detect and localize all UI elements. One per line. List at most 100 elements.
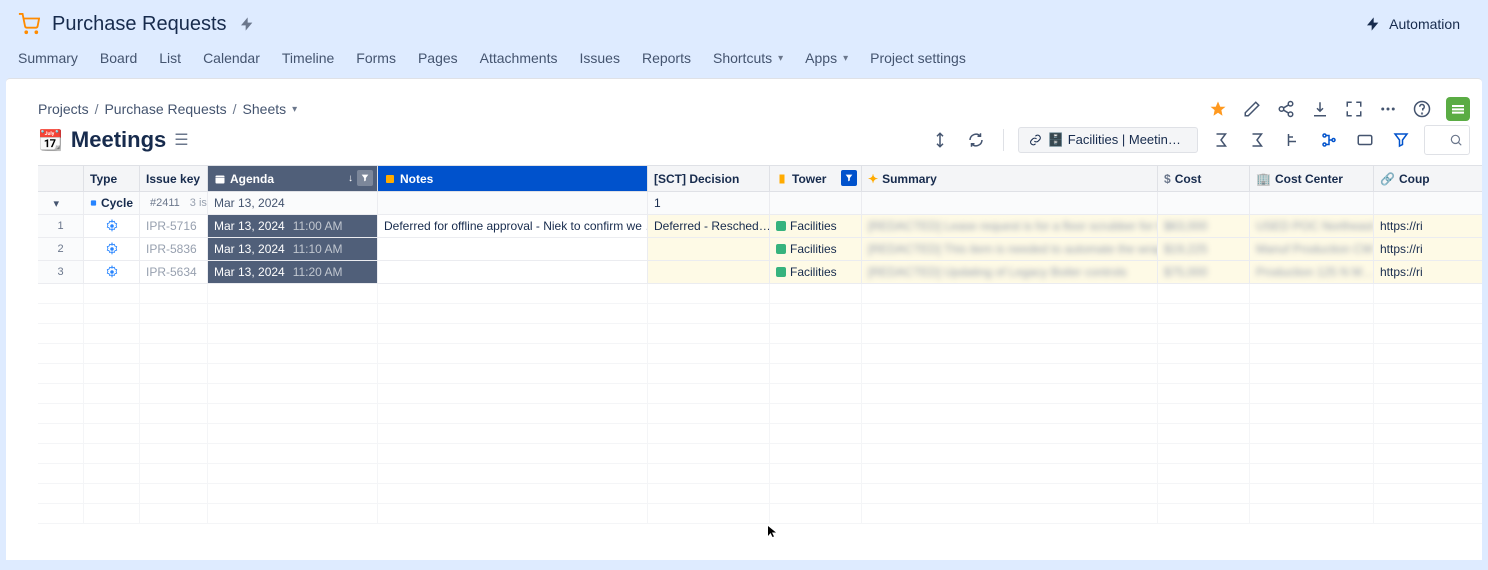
agenda-cell[interactable]: Mar 13, 202411:00 AM	[208, 215, 378, 238]
cost-cell[interactable]: $63,000	[1158, 215, 1250, 238]
bolt-icon	[1365, 16, 1381, 32]
issue-key-cell[interactable]: IPR-5716	[140, 215, 208, 238]
tower-cell[interactable]: Facilities	[770, 238, 862, 261]
sigma-down-button[interactable]	[1244, 127, 1270, 153]
tab-summary[interactable]: Summary	[18, 48, 78, 68]
agenda-cell[interactable]: Mar 13, 202411:10 AM	[208, 238, 378, 261]
tab-list[interactable]: List	[159, 48, 181, 68]
col-tower[interactable]: Tower	[770, 166, 862, 192]
filter-active-icon[interactable]	[841, 170, 857, 186]
row-num: 2	[38, 238, 84, 261]
gear-icon	[105, 219, 119, 233]
agenda-cell[interactable]: Mar 13, 202411:20 AM	[208, 261, 378, 284]
cycle-icon	[90, 196, 97, 210]
app-badge[interactable]	[1446, 97, 1470, 121]
cost-center-cell[interactable]: Production 125 N M…	[1250, 261, 1374, 284]
coupa-cell[interactable]: https://ri	[1374, 215, 1482, 238]
cost-center-cell[interactable]: Manuf Production CW	[1250, 238, 1374, 261]
tower-cell[interactable]: Facilities	[770, 261, 862, 284]
filter-list-icon[interactable]: ☰	[174, 130, 188, 150]
row-num: 3	[38, 261, 84, 284]
help-button[interactable]	[1412, 99, 1432, 119]
breadcrumb-sheets[interactable]: Sheets	[243, 101, 287, 117]
row-height-button[interactable]	[927, 127, 953, 153]
calendar-icon	[214, 173, 226, 185]
nav-tabs: Summary Board List Calendar Timeline For…	[0, 44, 1488, 78]
hierarchy-button[interactable]	[1280, 127, 1306, 153]
chevron-down-icon[interactable]: ▾	[292, 104, 297, 115]
export-button[interactable]	[1310, 99, 1330, 119]
notes-cell[interactable]	[378, 238, 648, 261]
summary-cell[interactable]: [REDACTED] Lease request is for a floor …	[862, 215, 1158, 238]
refresh-button[interactable]	[963, 127, 989, 153]
col-coupa[interactable]: 🔗 Coup	[1374, 166, 1482, 192]
notes-cell[interactable]	[378, 261, 648, 284]
note-icon	[384, 173, 396, 185]
tower-cell[interactable]: Facilities	[770, 215, 862, 238]
tab-issues[interactable]: Issues	[579, 48, 619, 68]
issue-key-cell[interactable]: IPR-5634	[140, 261, 208, 284]
type-cell[interactable]	[84, 215, 140, 238]
tab-board[interactable]: Board	[100, 48, 137, 68]
dollar-icon: $	[1164, 172, 1171, 186]
summary-cell[interactable]: [REDACTED] This item is needed to automa…	[862, 238, 1158, 261]
tab-apps[interactable]: Apps▾	[805, 48, 848, 68]
col-summary[interactable]: ✦ Summary	[862, 166, 1158, 192]
col-issue-key[interactable]: Issue key	[140, 166, 208, 192]
card-view-button[interactable]	[1352, 127, 1378, 153]
decision-cell[interactable]	[648, 238, 770, 261]
search-input[interactable]	[1424, 125, 1470, 155]
type-cell[interactable]	[84, 238, 140, 261]
automation-button[interactable]: Automation	[1355, 10, 1470, 38]
coupa-cell[interactable]: https://ri	[1374, 238, 1482, 261]
tab-timeline[interactable]: Timeline	[282, 48, 334, 68]
filter-active-icon[interactable]	[357, 170, 373, 186]
page-actions	[1208, 97, 1470, 121]
gear-icon	[105, 265, 119, 279]
fullscreen-button[interactable]	[1344, 99, 1364, 119]
filter-button[interactable]	[1388, 127, 1414, 153]
gear-icon	[105, 242, 119, 256]
col-rownum	[38, 166, 84, 192]
col-agenda[interactable]: Agenda ↓	[208, 166, 378, 192]
view-selector[interactable]: 🗄️ Facilities | Meeting | …	[1018, 127, 1198, 153]
empty-grid-area[interactable]	[38, 284, 1482, 524]
summary-cell[interactable]: [REDACTED] Updating of Legacy Boiler con…	[862, 261, 1158, 284]
group-toggle[interactable]: ▾	[38, 192, 84, 215]
cost-cell[interactable]: $19,225	[1158, 238, 1250, 261]
chevron-down-icon: ▾	[778, 53, 783, 64]
star-button[interactable]	[1208, 99, 1228, 119]
tab-shortcuts[interactable]: Shortcuts▾	[713, 48, 783, 68]
coupa-cell[interactable]: https://ri	[1374, 261, 1482, 284]
tab-attachments[interactable]: Attachments	[480, 48, 558, 68]
group-key-cell: #2411 3 is	[140, 192, 208, 215]
cost-center-cell[interactable]: USED POC Northeast	[1250, 215, 1374, 238]
tab-forms[interactable]: Forms	[356, 48, 396, 68]
col-cost[interactable]: $ Cost	[1158, 166, 1250, 192]
group-notes-cell	[378, 192, 648, 215]
issue-key-cell[interactable]: IPR-5836	[140, 238, 208, 261]
col-type[interactable]: Type	[84, 166, 140, 192]
tab-pages[interactable]: Pages	[418, 48, 458, 68]
more-button[interactable]	[1378, 99, 1398, 119]
lightning-icon[interactable]	[239, 16, 255, 32]
tree-button[interactable]	[1316, 127, 1342, 153]
sigma-up-button[interactable]	[1208, 127, 1234, 153]
decision-cell[interactable]	[648, 261, 770, 284]
tab-reports[interactable]: Reports	[642, 48, 691, 68]
col-cost-center[interactable]: 🏢 Cost Center	[1250, 166, 1374, 192]
col-notes[interactable]: Notes	[378, 166, 648, 192]
cost-cell[interactable]: $75,000	[1158, 261, 1250, 284]
tab-calendar[interactable]: Calendar	[203, 48, 260, 68]
edit-button[interactable]	[1242, 99, 1262, 119]
col-decision[interactable]: [SCT] Decision	[648, 166, 770, 192]
breadcrumb-projects[interactable]: Projects	[38, 101, 89, 117]
automation-label: Automation	[1389, 16, 1460, 32]
breadcrumb-project[interactable]: Purchase Requests	[104, 101, 226, 117]
notes-cell[interactable]: Deferred for offline approval - Niek to …	[378, 215, 648, 238]
tab-project-settings[interactable]: Project settings	[870, 48, 966, 68]
type-cell[interactable]	[84, 261, 140, 284]
decision-cell[interactable]: Deferred - Resched…	[648, 215, 770, 238]
sparkle-icon: ✦	[868, 172, 878, 186]
share-button[interactable]	[1276, 99, 1296, 119]
